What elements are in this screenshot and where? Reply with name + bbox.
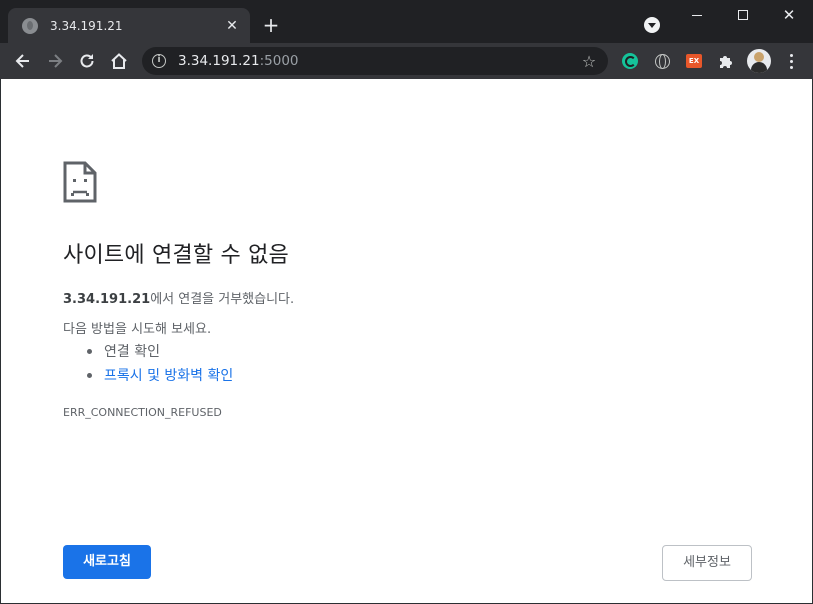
close-icon: ✕ [782,5,796,24]
menu-dot-icon [789,59,793,63]
sad-document-icon [63,161,97,203]
grammarly-icon [622,53,638,69]
maximize-button[interactable] [720,0,766,30]
back-arrow-icon [15,54,29,68]
suggestion-check-proxy-firewall-link[interactable]: 프록시 및 방화벽 확인 [104,365,233,385]
refused-host: 3.34.191.21 [63,292,151,307]
url-host: 3.34.191.21 [178,53,260,69]
url-text[interactable]: 3.34.191.21:5000 [178,53,580,69]
forward-button[interactable] [43,49,67,73]
back-button[interactable] [11,49,35,73]
globe-favicon-icon [22,17,38,34]
bullet-icon [87,348,92,354]
close-window-button[interactable]: ✕ [766,0,812,30]
try-suggestions-heading: 다음 방법을 시도해 보세요. [63,322,212,337]
globe-icon [654,53,670,69]
error-code: ERR_CONNECTION_REFUSED [63,406,222,419]
browser-tab[interactable]: 3.34.191.21 ✕ [8,8,250,43]
menu-dot-icon [789,53,793,57]
details-button[interactable]: 세부정보 [662,545,752,581]
extensions-menu-button[interactable] [716,51,736,71]
address-bar[interactable]: i 3.34.191.21:5000 ☆ [142,47,608,75]
globe-extension-button[interactable] [652,51,672,71]
reload-toolbar-button[interactable] [75,49,99,73]
tab-title: 3.34.191.21 [50,18,123,33]
profile-avatar[interactable] [747,49,771,73]
puzzle-piece-icon [720,56,732,68]
url-port: :5000 [259,53,299,69]
minimize-icon [692,14,702,16]
grammarly-extension-button[interactable] [620,51,640,71]
title-bar: 3.34.191.21 ✕ + ✕ [0,0,813,43]
bookmark-star-icon[interactable]: ☆ [580,52,598,71]
refused-message: 3.34.191.21에서 연결을 거부했습니다. [63,288,294,307]
reload-icon [80,54,94,68]
home-button[interactable] [107,49,131,73]
maximize-icon [738,10,748,20]
bullet-icon [87,372,92,378]
ex-extension-icon: EX [686,54,702,68]
chrome-menu-button[interactable] [782,51,800,71]
forward-arrow-icon [49,54,63,68]
ex-extension-button[interactable]: EX [684,51,704,71]
error-title: 사이트에 연결할 수 없음 [63,243,289,268]
suggestion-item: 프록시 및 방화벽 확인 [87,365,233,385]
tab-search-button[interactable] [644,17,660,33]
refused-suffix: 에서 연결을 거부했습니다. [150,292,295,307]
new-tab-button[interactable]: + [260,14,282,36]
suggestion-item: 연결 확인 [87,341,160,361]
home-icon [111,53,127,69]
site-info-icon[interactable]: i [152,54,166,68]
toolbar: i 3.34.191.21:5000 ☆ EX [0,43,813,79]
tab-close-icon[interactable]: ✕ [224,18,240,34]
minimize-button[interactable] [674,0,720,30]
menu-dot-icon [789,65,793,69]
error-page: 사이트에 연결할 수 없음 3.34.191.21에서 연결을 거부했습니다. … [1,79,812,603]
reload-button[interactable]: 새로고침 [63,545,151,579]
suggestion-check-connection: 연결 확인 [104,344,160,360]
